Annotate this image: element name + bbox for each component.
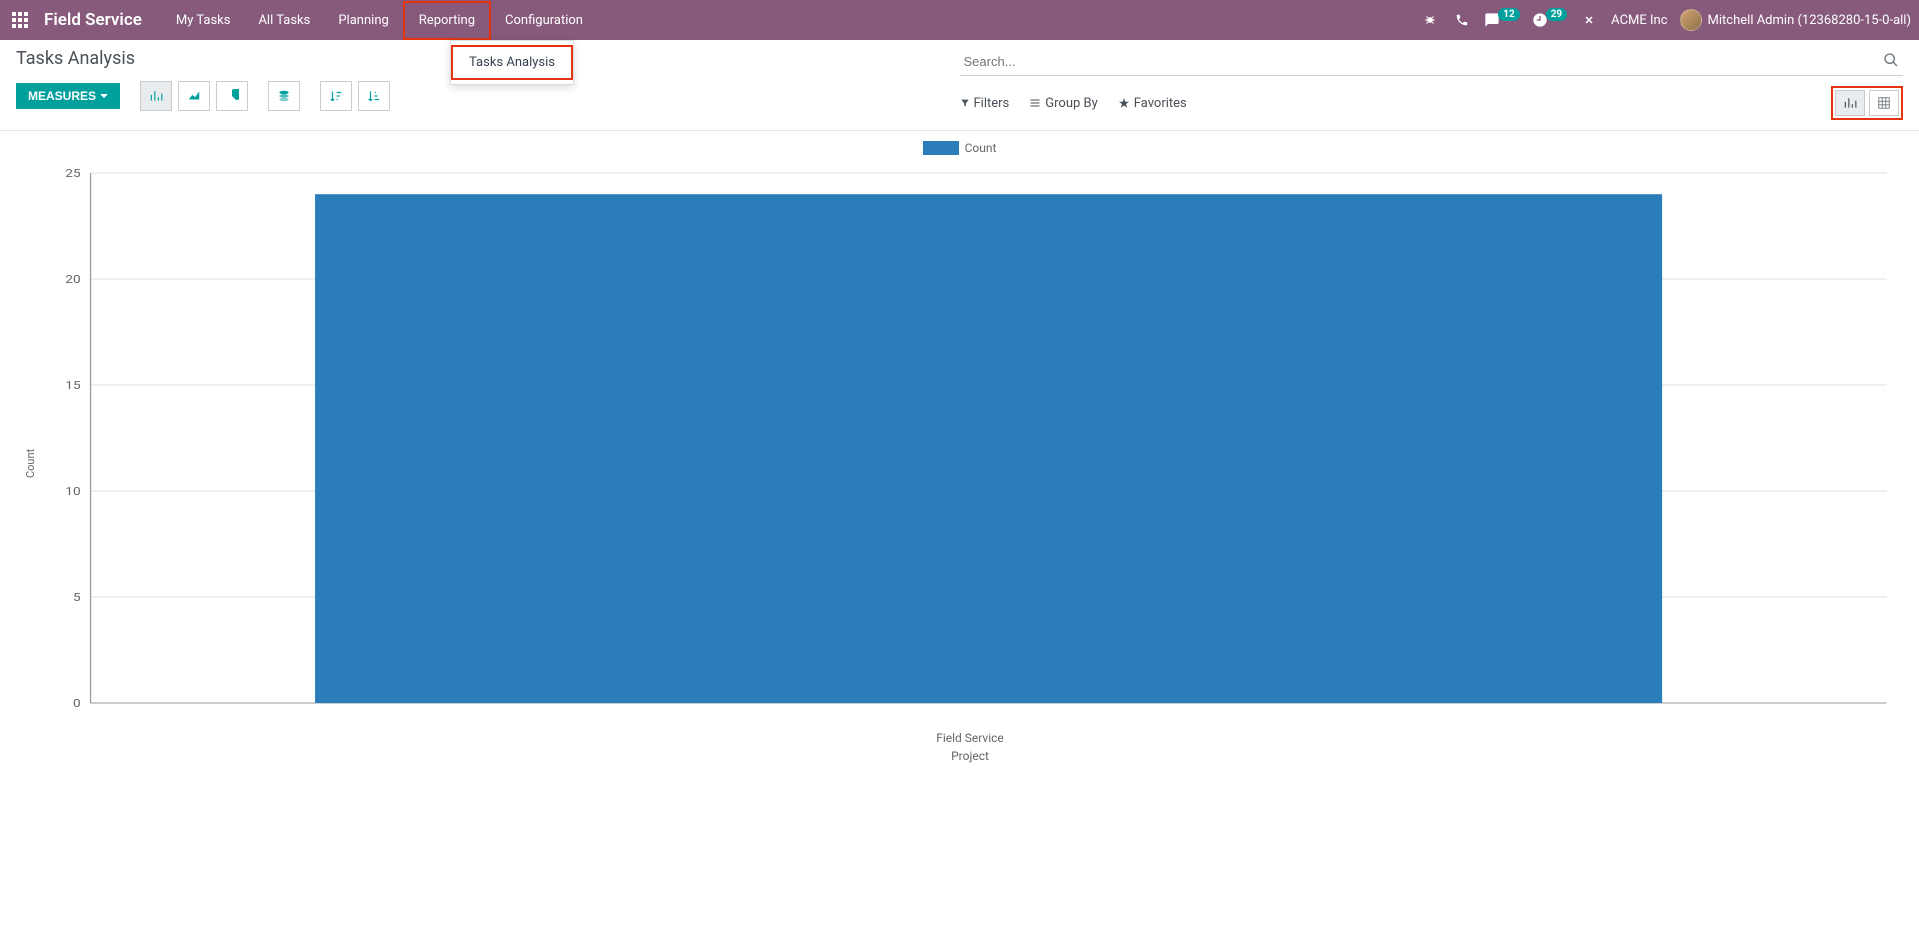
chart-legend[interactable]: Count [20, 141, 1899, 155]
graph-view-button[interactable] [1835, 90, 1865, 116]
bar-chart-type-button[interactable] [140, 81, 172, 111]
favorites-label: Favorites [1134, 96, 1187, 111]
filter-row: Filters Group By Favorites [960, 86, 1904, 130]
activities-badge: 29 [1546, 8, 1567, 21]
star-icon [1118, 97, 1130, 109]
chart-svg: 0 5 10 15 20 25 [41, 163, 1899, 723]
sort-asc-icon [367, 89, 381, 103]
search-icon[interactable] [1883, 52, 1899, 72]
company-switcher[interactable]: ACME Inc [1611, 13, 1667, 28]
bug-icon[interactable] [1420, 10, 1440, 30]
stacked-button[interactable] [268, 81, 300, 111]
legend-swatch [923, 141, 959, 155]
view-switcher [1831, 86, 1903, 120]
pivot-view-button[interactable] [1869, 90, 1899, 116]
svg-text:25: 25 [65, 168, 80, 180]
messages-indicator[interactable]: 12 [1484, 12, 1519, 28]
bar-chart-icon [149, 89, 163, 103]
reporting-dropdown: Tasks Analysis [450, 40, 574, 85]
bar-chart-icon [1843, 96, 1857, 110]
legend-label: Count [965, 141, 997, 155]
svg-text:15: 15 [65, 380, 80, 392]
sort-desc-icon [329, 89, 343, 103]
user-menu[interactable]: Mitchell Admin (12368280-15-0-all) [1680, 9, 1911, 31]
svg-text:0: 0 [73, 698, 81, 710]
search-wrap [960, 48, 1904, 76]
activities-indicator[interactable]: 29 [1532, 12, 1567, 28]
svg-text:5: 5 [73, 592, 81, 604]
groupby-button[interactable]: Group By [1029, 96, 1098, 111]
phone-icon[interactable] [1452, 10, 1472, 30]
x-category-label: Field Service [41, 731, 1899, 745]
svg-text:20: 20 [65, 274, 80, 286]
chart-area: Count Count 0 5 10 15 20 25 Field Service Pro… [0, 131, 1919, 773]
user-name: Mitchell Admin (12368280-15-0-all) [1708, 13, 1911, 28]
close-tray-icon[interactable] [1579, 10, 1599, 30]
y-axis-label: Count [20, 163, 41, 763]
x-axis-title: Project [41, 749, 1899, 763]
search-input[interactable] [960, 48, 1904, 76]
nav-my-tasks[interactable]: My Tasks [162, 3, 245, 38]
pie-chart-type-button[interactable] [216, 81, 248, 111]
main-menu: My Tasks All Tasks Planning Reporting Co… [162, 1, 597, 40]
chart-toolbar: MEASURES [16, 81, 960, 121]
bar-field-service[interactable] [315, 194, 1662, 703]
svg-text:10: 10 [65, 486, 80, 498]
nav-configuration[interactable]: Configuration [491, 3, 597, 38]
funnel-icon [960, 98, 970, 108]
x-axis-labels: Field Service Project [41, 731, 1899, 763]
user-avatar [1680, 9, 1702, 31]
filters-button[interactable]: Filters [960, 96, 1010, 111]
filters-label: Filters [974, 96, 1010, 111]
nav-all-tasks[interactable]: All Tasks [244, 3, 324, 38]
line-chart-type-button[interactable] [178, 81, 210, 111]
control-panel: Tasks Analysis MEASURES [0, 40, 1919, 131]
favorites-button[interactable]: Favorites [1118, 96, 1187, 111]
nav-reporting[interactable]: Reporting [403, 1, 491, 40]
sort-desc-button[interactable] [320, 81, 352, 111]
stack-icon [277, 89, 291, 103]
measures-button[interactable]: MEASURES [16, 83, 120, 109]
table-icon [1877, 96, 1891, 110]
navbar-left: Field Service My Tasks All Tasks Plannin… [8, 1, 1420, 40]
dropdown-tasks-analysis[interactable]: Tasks Analysis [451, 45, 573, 80]
nav-planning[interactable]: Planning [324, 3, 402, 38]
pie-chart-icon [225, 89, 239, 103]
messages-badge: 12 [1498, 8, 1519, 21]
app-brand[interactable]: Field Service [44, 10, 142, 30]
groupby-label: Group By [1045, 96, 1098, 111]
sort-asc-button[interactable] [358, 81, 390, 111]
measures-label: MEASURES [28, 89, 96, 103]
top-navbar: Field Service My Tasks All Tasks Plannin… [0, 0, 1919, 40]
apps-launcher-icon[interactable] [8, 8, 32, 32]
caret-down-icon [100, 94, 108, 98]
list-icon [1029, 97, 1041, 109]
navbar-right: 12 29 ACME Inc Mitchell Admin (12368280-… [1420, 9, 1911, 31]
line-chart-icon [187, 89, 201, 103]
